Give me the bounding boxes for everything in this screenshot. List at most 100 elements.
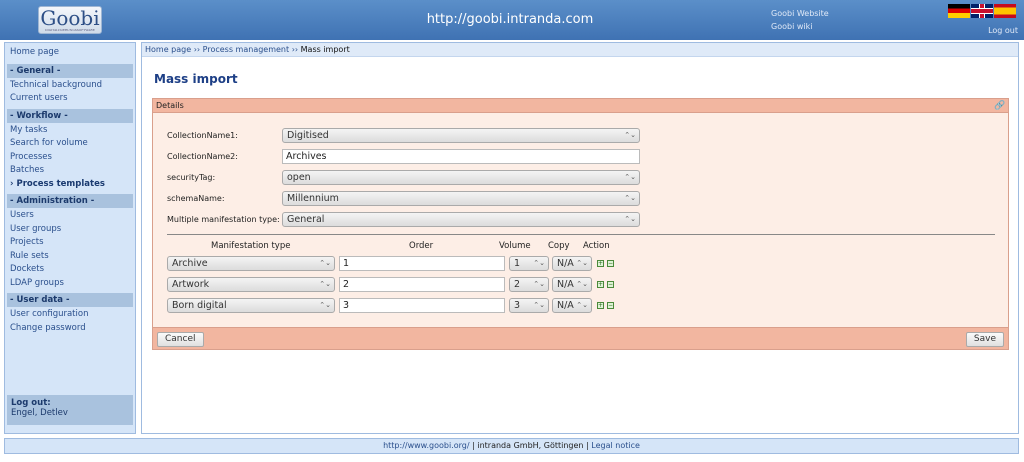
copy-select[interactable]: N/A ⌃⌄ xyxy=(552,277,592,292)
logout-box[interactable]: Log out: Engel, Detlev xyxy=(7,395,133,425)
sidebar-item-change-password[interactable]: Change password xyxy=(5,322,135,336)
add-row-icon[interactable]: + xyxy=(597,260,604,267)
collection-name-2-input[interactable]: Archives xyxy=(282,149,640,164)
goobi-logo[interactable]: Goobi DIGITALISIERUNGSSOFTWARE xyxy=(38,6,102,34)
order-input[interactable]: 2 xyxy=(339,277,505,292)
goobi-website-link[interactable]: Goobi Website xyxy=(771,9,829,18)
sidebar-item-users[interactable]: Users xyxy=(5,209,135,223)
sidebar-item-my-tasks[interactable]: My tasks xyxy=(5,124,135,138)
select-arrows-icon: ⌃⌄ xyxy=(576,280,588,288)
volume-select[interactable]: 1 ⌃⌄ xyxy=(509,256,549,271)
logged-in-user: Engel, Detlev xyxy=(11,408,68,418)
divider xyxy=(167,234,995,235)
footer-goobi-link[interactable]: http://www.goobi.org/ xyxy=(383,441,469,450)
manifestation-type-value: Born digital xyxy=(172,300,227,311)
sidebar-item-process-templates[interactable]: › Process templates xyxy=(5,178,135,192)
sidebar-section-user-data: - User data - xyxy=(7,293,133,307)
manifestation-type-select[interactable]: Born digital ⌃⌄ xyxy=(167,298,335,313)
volume-select[interactable]: 2 ⌃⌄ xyxy=(509,277,549,292)
order-input[interactable]: 3 xyxy=(339,298,505,313)
sidebar-item-batches[interactable]: Batches xyxy=(5,164,135,178)
sidebar-item-projects[interactable]: Projects xyxy=(5,236,135,250)
column-volume: Volume xyxy=(499,241,531,251)
schema-name-select[interactable]: Millennium ⌃⌄ xyxy=(282,191,640,206)
select-arrows-icon: ⌃⌄ xyxy=(624,131,636,139)
breadcrumb-separator: ›› xyxy=(291,45,299,54)
select-arrows-icon: ⌃⌄ xyxy=(624,215,636,223)
volume-value: 2 xyxy=(514,279,521,290)
sidebar-item-current-users[interactable]: Current users xyxy=(5,92,135,106)
remove-row-icon[interactable]: − xyxy=(607,302,614,309)
sidebar-section-administration: - Administration - xyxy=(7,194,133,208)
manifestation-type-value: Artwork xyxy=(172,279,210,290)
manifestation-type-select[interactable]: Archive ⌃⌄ xyxy=(167,256,335,271)
select-arrows-icon: ⌃⌄ xyxy=(319,301,331,309)
top-header: Goobi DIGITALISIERUNGSSOFTWARE http://go… xyxy=(0,0,1024,40)
sidebar-item-search-for-volume[interactable]: Search for volume xyxy=(5,137,135,151)
remove-row-icon[interactable]: − xyxy=(607,281,614,288)
manifestation-type-select[interactable]: Artwork ⌃⌄ xyxy=(167,277,335,292)
collection-name-1-label: CollectionName1: xyxy=(167,131,238,140)
column-copy: Copy xyxy=(548,241,570,251)
sidebar-section-workflow: - Workflow - xyxy=(7,108,133,123)
footer-separator: | xyxy=(586,441,589,450)
select-arrows-icon: ⌃⌄ xyxy=(624,194,636,202)
footer-separator: | xyxy=(472,441,475,450)
footer-legal-notice-link[interactable]: Legal notice xyxy=(591,441,640,450)
remove-row-icon[interactable]: − xyxy=(607,260,614,267)
add-row-icon[interactable]: + xyxy=(597,302,604,309)
order-input[interactable]: 1 xyxy=(339,256,505,271)
breadcrumb-current: Mass import xyxy=(300,45,350,54)
copy-select[interactable]: N/A ⌃⌄ xyxy=(552,256,592,271)
security-tag-select[interactable]: open ⌃⌄ xyxy=(282,170,640,185)
sidebar-item-dockets[interactable]: Dockets xyxy=(5,263,135,277)
flag-en-icon[interactable] xyxy=(971,4,993,18)
language-switcher xyxy=(948,4,1017,18)
select-arrows-icon: ⌃⌄ xyxy=(533,301,545,309)
page-title: Mass import xyxy=(154,72,238,86)
add-row-icon[interactable]: + xyxy=(597,281,604,288)
server-url: http://goobi.intranda.com xyxy=(426,12,594,27)
panel-title: Details xyxy=(156,101,184,110)
schema-name-label: schemaName: xyxy=(167,194,225,203)
panel-header: Details 🔗 xyxy=(153,99,1008,113)
collection-name-2-label: CollectionName2: xyxy=(167,152,238,161)
select-arrows-icon: ⌃⌄ xyxy=(533,280,545,288)
sidebar-item-processes[interactable]: Processes xyxy=(5,151,135,165)
volume-value: 3 xyxy=(514,300,521,311)
multiple-manifestation-type-value: General xyxy=(287,214,325,225)
copy-select[interactable]: N/A ⌃⌄ xyxy=(552,298,592,313)
sidebar-item-ldap-groups[interactable]: LDAP groups xyxy=(5,277,135,291)
select-arrows-icon: ⌃⌄ xyxy=(319,259,331,267)
breadcrumb-process-management[interactable]: Process management xyxy=(203,45,289,54)
sidebar-item-user-groups[interactable]: User groups xyxy=(5,223,135,237)
sidebar-item-technical-background[interactable]: Technical background xyxy=(5,79,135,93)
copy-value: N/A xyxy=(557,279,574,290)
footer-company: intranda GmbH, Göttingen xyxy=(477,441,584,450)
details-panel: Details 🔗 CollectionName1: Digitised ⌃⌄ … xyxy=(152,98,1009,350)
volume-select[interactable]: 3 ⌃⌄ xyxy=(509,298,549,313)
sidebar-item-home[interactable]: Home page xyxy=(5,46,135,60)
column-action: Action xyxy=(583,241,610,251)
save-button[interactable]: Save xyxy=(965,332,1004,347)
breadcrumb-separator: ›› xyxy=(193,45,201,54)
cancel-button[interactable]: Cancel xyxy=(157,332,204,347)
page-footer: http://www.goobi.org/ | intranda GmbH, G… xyxy=(4,438,1019,454)
collection-name-1-value: Digitised xyxy=(287,130,329,141)
sidebar-item-rule-sets[interactable]: Rule sets xyxy=(5,250,135,264)
select-arrows-icon: ⌃⌄ xyxy=(576,301,588,309)
sidebar: Home page - General - Technical backgrou… xyxy=(4,42,136,434)
multiple-manifestation-type-select[interactable]: General ⌃⌄ xyxy=(282,212,640,227)
logout-title: Log out: xyxy=(11,398,51,408)
volume-value: 1 xyxy=(514,258,521,269)
main-content: Home page ›› Process management ›› Mass … xyxy=(141,42,1019,434)
logout-link[interactable]: Log out xyxy=(988,26,1018,35)
sidebar-item-user-configuration[interactable]: User configuration xyxy=(5,308,135,322)
link-icon[interactable]: 🔗 xyxy=(994,101,1005,111)
goobi-wiki-link[interactable]: Goobi wiki xyxy=(771,22,812,31)
select-arrows-icon: ⌃⌄ xyxy=(576,259,588,267)
flag-de-icon[interactable] xyxy=(948,4,970,18)
flag-es-icon[interactable] xyxy=(994,4,1016,18)
breadcrumb-home[interactable]: Home page xyxy=(145,45,191,54)
collection-name-1-select[interactable]: Digitised ⌃⌄ xyxy=(282,128,640,143)
